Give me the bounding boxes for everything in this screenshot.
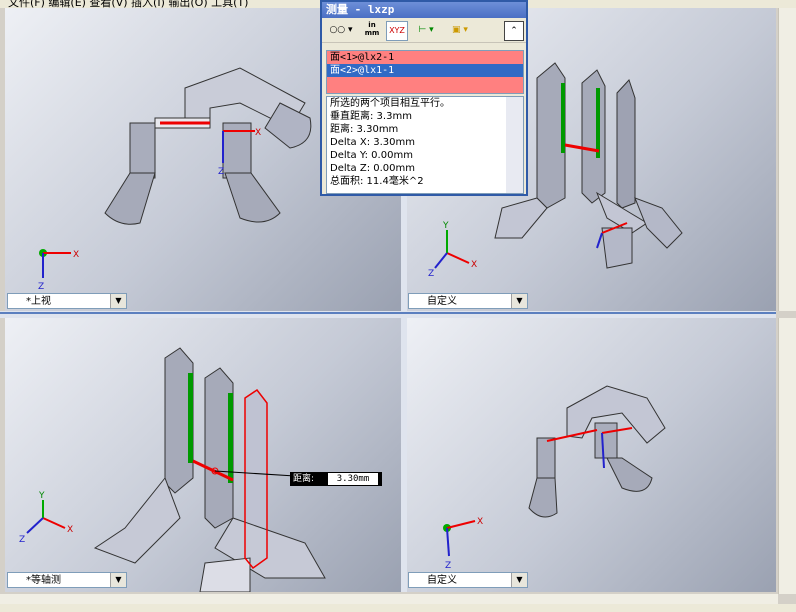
- measure-results: 所选的两个项目相互平行。 垂直距离: 3.3mm 距离: 3.30mm Delt…: [326, 96, 524, 194]
- isometric-view-model: Y X Z: [19, 347, 326, 592]
- vertical-scrollbar-top[interactable]: [778, 8, 796, 311]
- chevron-down-icon[interactable]: ▼: [110, 573, 126, 587]
- triad-y-label: Y: [38, 491, 45, 501]
- view-name-label: 自定义: [427, 296, 457, 307]
- folder-icon[interactable]: ▣ ▾: [446, 21, 474, 39]
- vertical-scrollbar-bottom[interactable]: [778, 318, 796, 594]
- custom-view-model-2: X Z: [443, 385, 666, 571]
- measure-toolbar: ○○ ▾ in mm XYZ ⊢ ▾ ▣ ▾ ⌃: [322, 18, 526, 43]
- distance-callout-value: 3.30mm: [328, 473, 378, 485]
- view-name-label: *等轴测: [26, 575, 61, 586]
- distance-callout: 距离: 3.30mm: [290, 472, 382, 486]
- viewport-isometric[interactable]: Y X Z *等轴测 ▼: [5, 318, 401, 592]
- dialog-title[interactable]: 测量 - lxzp: [322, 2, 526, 18]
- view-name-label: 自定义: [427, 575, 457, 586]
- triad-z-label: Z: [38, 282, 44, 292]
- view-orientation-select[interactable]: *等轴测 ▼: [7, 572, 127, 588]
- result-line: 距离: 3.30mm: [330, 124, 399, 135]
- menu-items[interactable]: 文件(F) 编辑(E) 查看(V) 插入(I) 输出(O) 工具(T): [8, 0, 248, 8]
- distance-callout-label: 距离:: [293, 474, 315, 484]
- result-line: Delta X: 3.30mm: [330, 137, 416, 148]
- viewport-custom-2[interactable]: X Z 自定义 ▼: [407, 318, 776, 592]
- view-orientation-select[interactable]: 自定义 ▼: [408, 572, 528, 588]
- status-bar: [0, 604, 796, 612]
- arc-options-icon[interactable]: ○○ ▾: [326, 21, 356, 39]
- result-line: Delta Z: 0.00mm: [330, 163, 416, 174]
- coordinate-system-icon[interactable]: ⊢ ▾: [412, 21, 440, 39]
- axis-x-label: X: [255, 128, 261, 138]
- result-line: Delta Y: 0.00mm: [330, 150, 413, 161]
- triad-y-label: Y: [442, 221, 449, 231]
- result-line: 垂直距离: 3.3mm: [330, 111, 412, 122]
- view-name-label: *上视: [26, 296, 51, 307]
- view-orientation-select[interactable]: *上视 ▼: [7, 293, 127, 309]
- result-line: 所选的两个项目相互平行。: [330, 98, 450, 109]
- triad-z-label: Z: [19, 535, 25, 545]
- selection-item[interactable]: 面<2>@lx1-1: [327, 64, 523, 77]
- results-scrollbar[interactable]: [506, 97, 523, 193]
- selection-list[interactable]: 面<1>@lx2-1 面<2>@lx1-1: [326, 50, 524, 94]
- triad-x-label: X: [73, 250, 79, 260]
- result-line: 总面积: 11.4毫米^2: [330, 176, 424, 187]
- xyz-button[interactable]: XYZ: [386, 21, 408, 41]
- triad-x-label: X: [67, 525, 73, 535]
- collapse-icon[interactable]: ⌃: [504, 21, 524, 41]
- view-orientation-select[interactable]: 自定义 ▼: [408, 293, 528, 309]
- viewport-splitter-horizontal[interactable]: [0, 311, 776, 318]
- units-button[interactable]: in mm: [362, 21, 382, 39]
- triad-x-label: X: [471, 260, 477, 270]
- triad-z-label: Z: [428, 269, 434, 279]
- selection-item[interactable]: 面<1>@lx2-1: [327, 51, 523, 64]
- chevron-down-icon[interactable]: ▼: [511, 573, 527, 587]
- axis-z-label: Z: [218, 167, 224, 177]
- measure-dialog[interactable]: 测量 - lxzp ○○ ▾ in mm XYZ ⊢ ▾ ▣ ▾ ⌃ 面<1>@…: [320, 0, 528, 196]
- chevron-down-icon[interactable]: ▼: [110, 294, 126, 308]
- triad-z-label: Z: [445, 561, 451, 571]
- triad-x-label: X: [477, 517, 483, 527]
- chevron-down-icon[interactable]: ▼: [511, 294, 527, 308]
